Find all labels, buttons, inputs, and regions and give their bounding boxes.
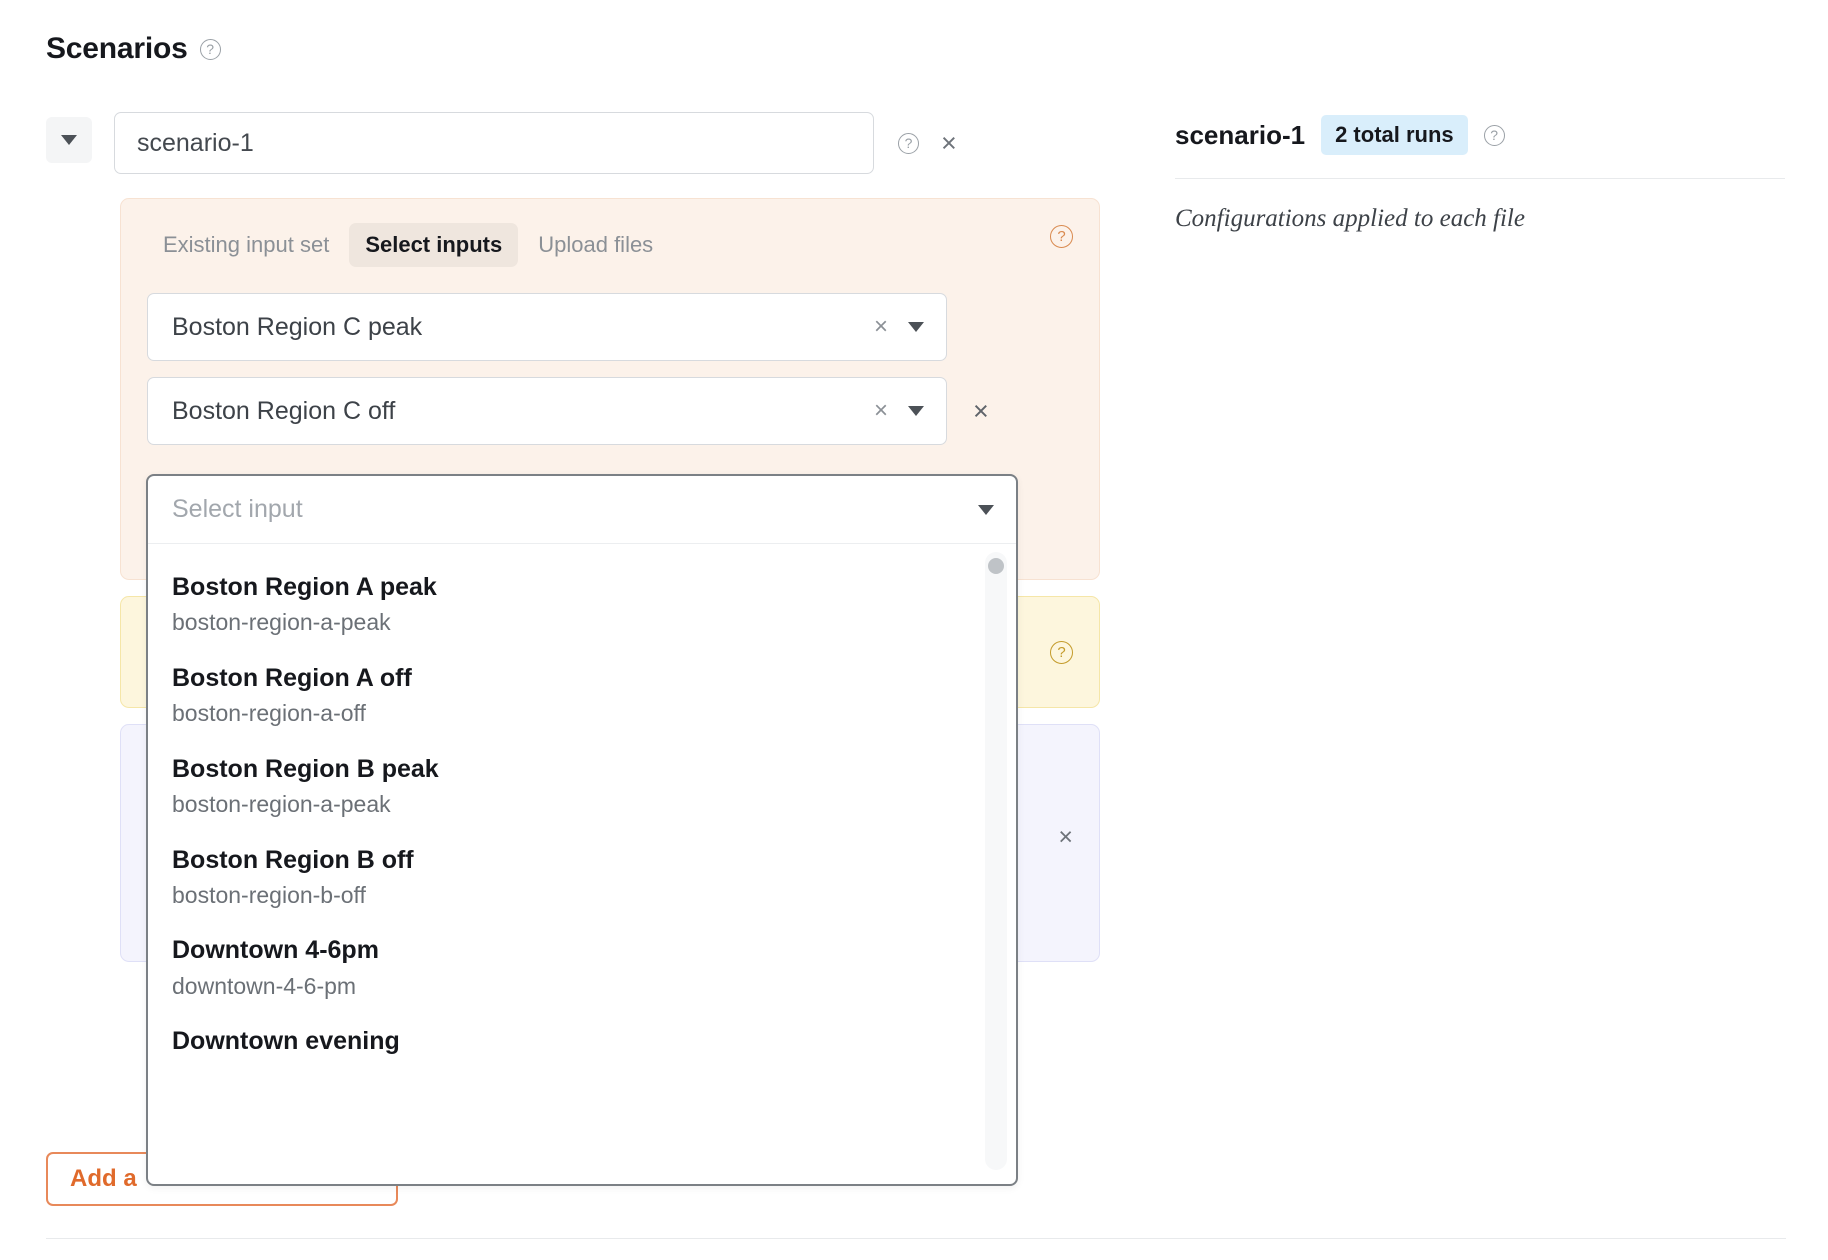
dropdown-option-title: Boston Region B peak — [172, 754, 439, 783]
input-source-help-icon[interactable]: ? — [1050, 225, 1073, 248]
dropdown-option[interactable]: Boston Region B off boston-region-b-off — [148, 831, 1016, 922]
dropdown-placeholder: Select input — [172, 495, 303, 523]
input-select-2-value: Boston Region C off — [172, 396, 396, 425]
caret-down-icon[interactable] — [908, 322, 924, 332]
summary-subtitle: Configurations applied to each file — [1175, 205, 1525, 232]
yellow-card-help-icon[interactable]: ? — [1050, 641, 1073, 664]
clear-icon[interactable]: × — [874, 399, 888, 423]
input-select-dropdown: Select input Boston Region A peak boston… — [146, 474, 1018, 1186]
dropdown-option-title: Boston Region A off — [172, 663, 412, 692]
scenario-row: ? × — [46, 112, 957, 174]
dropdown-option[interactable]: Boston Region A off boston-region-a-off — [148, 649, 1016, 740]
caret-down-icon[interactable] — [978, 504, 994, 515]
clear-icon[interactable]: × — [874, 315, 888, 339]
dropdown-panel: Select input Boston Region A peak boston… — [146, 474, 1018, 1186]
scenario-summary-panel: scenario-1 2 total runs ? Configurations… — [1175, 112, 1785, 233]
dropdown-option-subtitle: boston-region-a-off — [172, 700, 366, 727]
purple-card-close-icon[interactable]: × — [1058, 825, 1073, 850]
scenario-help-icon[interactable]: ? — [898, 132, 919, 154]
help-circle-icon[interactable]: ? — [199, 38, 221, 60]
dropdown-scrollbar-thumb[interactable] — [988, 558, 1004, 574]
scenario-remove-icon[interactable]: × — [941, 129, 957, 157]
input-select-2[interactable]: Boston Region C off × — [147, 377, 947, 445]
scenario-actions: ? × — [898, 112, 957, 174]
page-header: Scenarios ? — [46, 34, 221, 64]
tab-upload-files[interactable]: Upload files — [522, 223, 669, 267]
tab-select-inputs[interactable]: Select inputs — [349, 223, 519, 267]
scenario-name-input[interactable] — [114, 112, 874, 174]
dropdown-option-subtitle: boston-region-a-peak — [172, 790, 391, 817]
dropdown-option[interactable]: Boston Region A peak boston-region-a-pea… — [148, 558, 1016, 649]
dropdown-option-title: Boston Region A peak — [172, 573, 437, 601]
scenarios-page: Scenarios ? ? × ? Existing input set Sel… — [0, 0, 1828, 1260]
dropdown-option-subtitle: downtown-4-6-pm — [172, 972, 357, 999]
dropdown-scrollbar[interactable] — [985, 552, 1007, 1170]
dropdown-option-subtitle: boston-region-b-off — [172, 881, 366, 908]
dropdown-option[interactable]: Downtown evening — [148, 1012, 1016, 1069]
tab-existing-input-set[interactable]: Existing input set — [147, 223, 345, 267]
summary-divider — [1175, 178, 1785, 179]
input-source-tabs: Existing input set Select inputs Upload … — [121, 223, 1099, 267]
remove-row-icon[interactable]: × — [973, 397, 989, 425]
summary-help-icon[interactable]: ? — [1483, 124, 1505, 146]
select-row: Boston Region C peak × — [147, 293, 1099, 361]
dropdown-option[interactable]: Downtown 4-6pm downtown-4-6-pm — [148, 921, 1016, 1012]
summary-header: scenario-1 2 total runs ? — [1175, 112, 1785, 158]
dropdown-option[interactable]: Boston Region B peak boston-region-a-pea… — [148, 740, 1016, 831]
select-row: Boston Region C off × × — [147, 377, 1099, 445]
dropdown-option-title: Downtown evening — [172, 1027, 400, 1056]
input-select-1-value: Boston Region C peak — [172, 312, 423, 341]
dropdown-option-title: Downtown 4-6pm — [172, 936, 379, 965]
summary-title: scenario-1 — [1175, 119, 1306, 150]
dropdown-trigger[interactable]: Select input — [148, 476, 1016, 544]
bottom-divider — [46, 1238, 1786, 1239]
caret-down-icon[interactable] — [908, 406, 924, 416]
dropdown-option-subtitle: boston-region-a-peak — [172, 609, 391, 636]
total-runs-badge: 2 total runs — [1321, 115, 1468, 155]
caret-down-icon — [61, 135, 77, 145]
collapse-toggle-button[interactable] — [46, 117, 92, 163]
dropdown-options-list[interactable]: Boston Region A peak boston-region-a-pea… — [148, 544, 1016, 1184]
input-select-1[interactable]: Boston Region C peak × — [147, 293, 947, 361]
page-title: Scenarios — [46, 32, 188, 65]
dropdown-option-title: Boston Region B off — [172, 845, 414, 874]
